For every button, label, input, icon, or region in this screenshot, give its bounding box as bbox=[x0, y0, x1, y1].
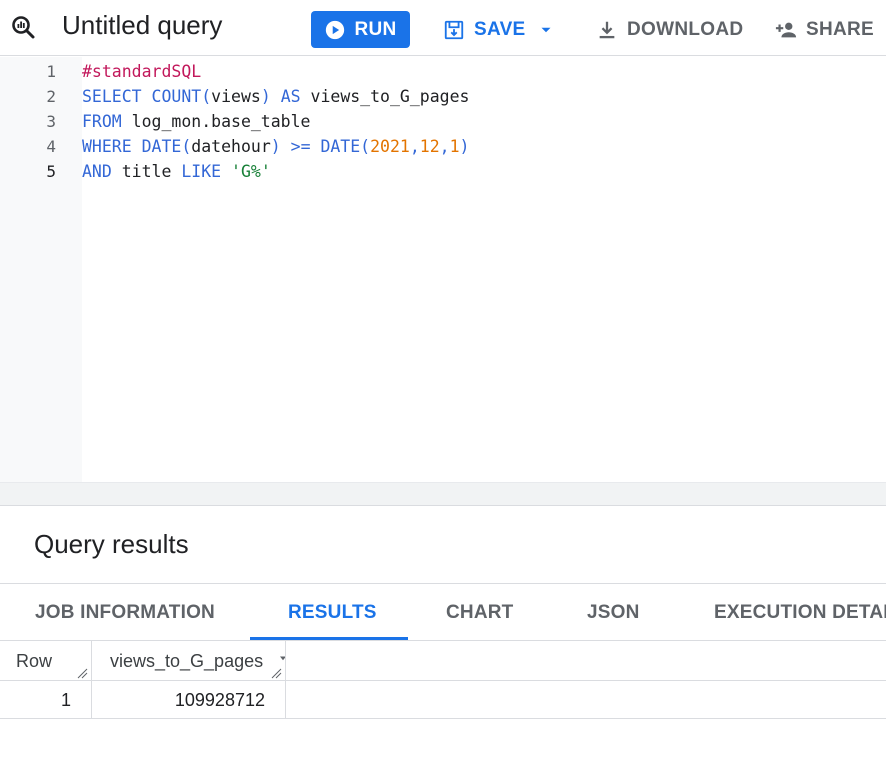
table-header-row: Row views_to_G_pages bbox=[0, 641, 886, 681]
code-token: 'G%' bbox=[231, 162, 271, 181]
line-number: 5 bbox=[46, 162, 56, 181]
code-line[interactable]: WHERE DATE(datehour) >= DATE(2021,12,1) bbox=[82, 134, 469, 159]
table-row: 1 109928712 bbox=[0, 681, 886, 719]
code-token: , bbox=[409, 137, 420, 156]
tab-results[interactable]: RESULTS bbox=[288, 584, 377, 640]
code-token: views_to_G_pages bbox=[310, 87, 470, 106]
code-token: ) >= bbox=[270, 137, 321, 156]
caret-down-icon bbox=[541, 27, 551, 32]
code-token: views bbox=[211, 87, 261, 106]
code-line[interactable]: SELECT COUNT(views) AS views_to_G_pages bbox=[82, 84, 469, 109]
tab-execution-details[interactable]: EXECUTION DETAILS bbox=[714, 584, 886, 640]
line-number: 3 bbox=[46, 112, 56, 131]
download-icon bbox=[599, 21, 615, 38]
code-token: datehour bbox=[191, 137, 271, 156]
code-token: DATE( bbox=[141, 137, 192, 156]
code-token: AS bbox=[280, 87, 311, 106]
column-header-row[interactable]: Row bbox=[16, 641, 52, 681]
query-icon bbox=[12, 16, 35, 39]
code-token: ) bbox=[459, 137, 470, 156]
code-token: COUNT( bbox=[151, 87, 212, 106]
line-number: 1 bbox=[46, 62, 56, 81]
download-button-label: DOWNLOAD bbox=[627, 18, 744, 40]
person-add-icon bbox=[775, 22, 797, 37]
save-icon bbox=[444, 20, 464, 39]
tab-json[interactable]: JSON bbox=[587, 584, 640, 640]
code-token: title bbox=[121, 162, 182, 181]
code-token: log_mon.base_table bbox=[131, 112, 311, 131]
row-number-cell: 1 bbox=[60, 689, 71, 710]
share-button[interactable]: SHARE bbox=[775, 11, 874, 48]
code-token: #standardSQL bbox=[82, 62, 202, 81]
sql-editor[interactable]: 1 2 3 4 5 #standardSQL SELECT COUNT(view… bbox=[0, 57, 886, 482]
code-line[interactable]: #standardSQL bbox=[82, 59, 201, 84]
line-number-gutter: 1 2 3 4 5 bbox=[0, 57, 82, 482]
code-token: AND bbox=[82, 162, 122, 181]
save-button[interactable]: SAVE bbox=[443, 11, 555, 48]
panel-resize-divider[interactable] bbox=[0, 482, 886, 506]
line-number: 2 bbox=[46, 87, 56, 106]
column-header-views-to-g-pages[interactable]: views_to_G_pages bbox=[110, 641, 263, 681]
code-token: ) bbox=[260, 87, 281, 106]
results-tabs: JOB INFORMATION RESULTS CHART JSON EXECU… bbox=[0, 583, 886, 641]
code-token: 2021 bbox=[370, 137, 410, 156]
tab-chart[interactable]: CHART bbox=[446, 584, 514, 640]
query-toolbar: Untitled query RUN SAVE DOWNLOAD SHARE bbox=[0, 0, 886, 56]
query-title[interactable]: Untitled query bbox=[62, 10, 222, 41]
tab-job-information[interactable]: JOB INFORMATION bbox=[35, 584, 215, 640]
code-token: 1 bbox=[449, 137, 460, 156]
share-button-label: SHARE bbox=[806, 18, 875, 40]
code-token: 12 bbox=[419, 137, 440, 156]
run-button-label: RUN bbox=[354, 18, 397, 40]
download-button[interactable]: DOWNLOAD bbox=[596, 11, 743, 48]
code-token: FROM bbox=[82, 112, 132, 131]
code-line[interactable]: FROM log_mon.base_table bbox=[82, 109, 310, 134]
code-token: , bbox=[439, 137, 450, 156]
code-token: WHERE bbox=[82, 137, 142, 156]
code-token: DATE( bbox=[320, 137, 371, 156]
play-circle-icon bbox=[326, 20, 345, 39]
run-button[interactable]: RUN bbox=[311, 11, 410, 48]
code-token: SELECT bbox=[82, 87, 152, 106]
column-resize-handle-icon[interactable] bbox=[270, 667, 282, 679]
views-to-g-pages-cell: 109928712 bbox=[174, 689, 265, 710]
results-heading: Query results bbox=[34, 529, 189, 559]
save-button-label: SAVE bbox=[474, 18, 526, 40]
code-token: LIKE bbox=[181, 162, 232, 181]
code-line[interactable]: AND title LIKE 'G%' bbox=[82, 159, 271, 184]
column-resize-handle-icon[interactable] bbox=[76, 667, 88, 679]
line-number: 4 bbox=[46, 137, 56, 156]
